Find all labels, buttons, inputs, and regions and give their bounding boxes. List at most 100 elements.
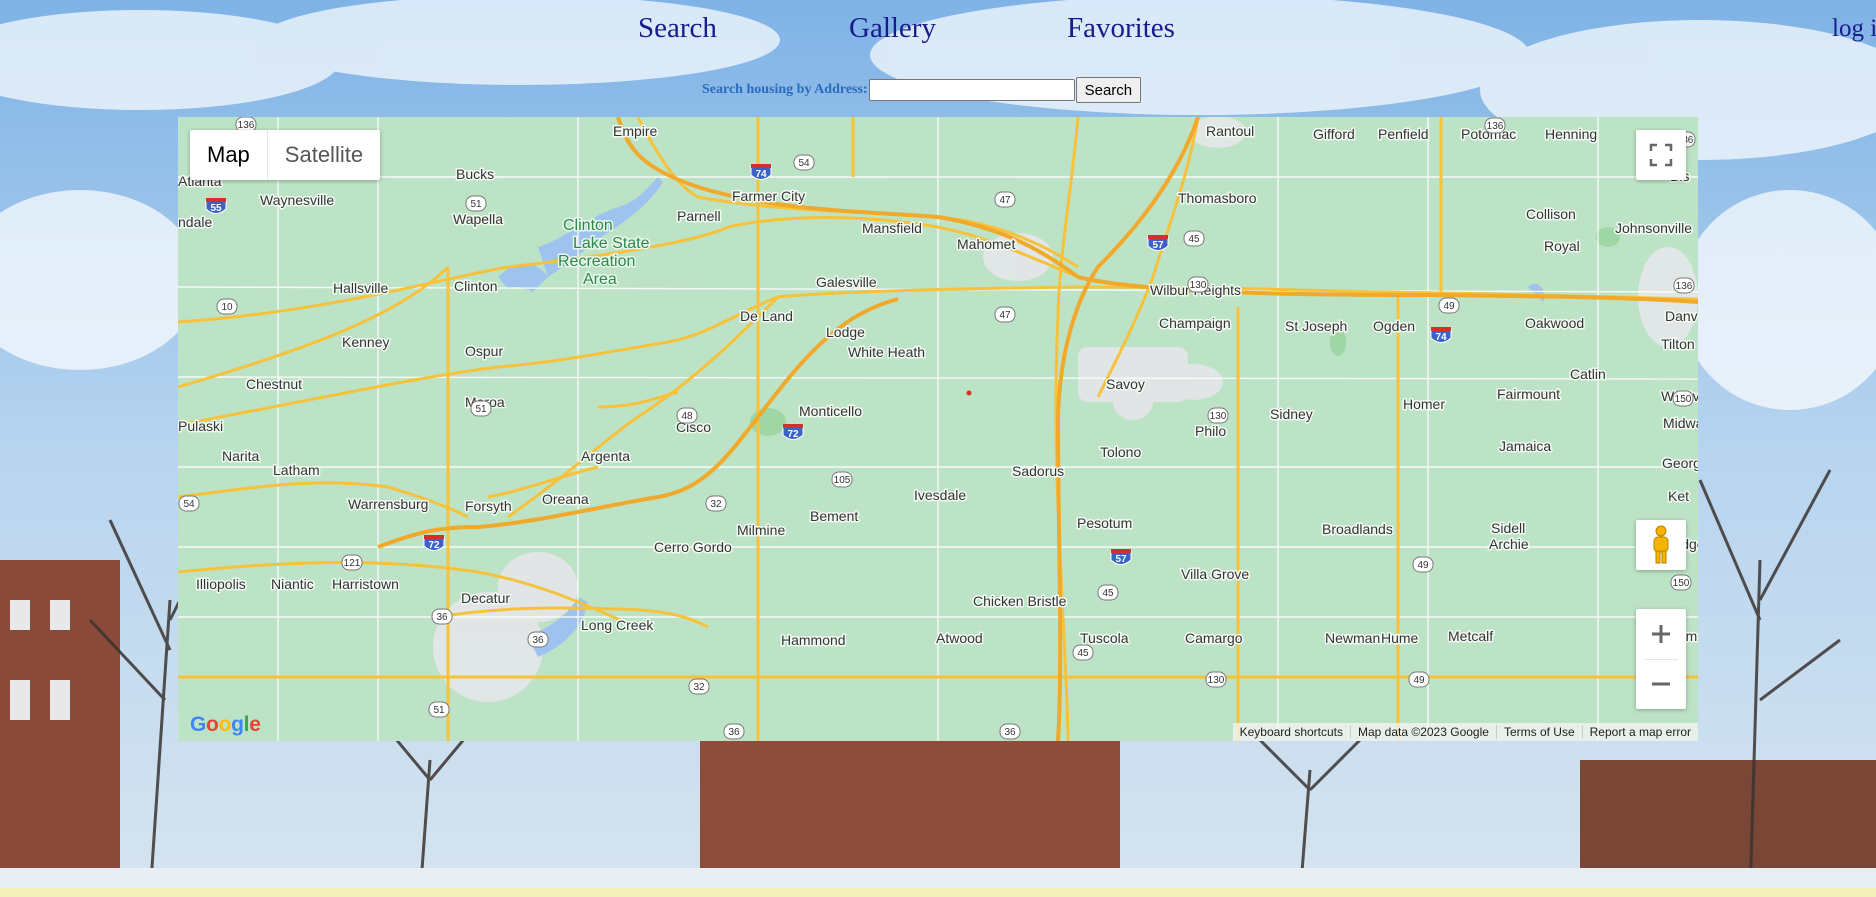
- map-place-label: Ket: [1668, 488, 1689, 504]
- fullscreen-icon: [1649, 143, 1673, 167]
- road-shield-icon: 130: [1207, 407, 1229, 424]
- keyboard-shortcuts-link[interactable]: Keyboard shortcuts: [1233, 725, 1350, 739]
- road-shield-icon: 72: [782, 424, 804, 440]
- map-place-label: Parnell: [677, 208, 721, 224]
- map-place-label: Clinton: [454, 278, 498, 294]
- zoom-out-button[interactable]: [1636, 659, 1686, 709]
- map-place-label: Hammond: [781, 632, 846, 648]
- road-shield-icon: 51: [470, 400, 492, 417]
- svg-text:36: 36: [728, 727, 740, 738]
- map-type-map-button[interactable]: Map: [190, 130, 267, 180]
- map-place-label: Sadorus: [1012, 463, 1064, 479]
- svg-text:54: 54: [798, 158, 810, 169]
- road-shield-icon: 54: [178, 495, 200, 512]
- map-canvas[interactable]: EmpireBucksAtlantaWaynesvilleWapellaFarm…: [178, 117, 1698, 741]
- map-place-label: Homer: [1403, 396, 1445, 412]
- road-shield-icon: 136: [1673, 277, 1695, 294]
- svg-text:55: 55: [210, 203, 222, 214]
- svg-text:130: 130: [1190, 280, 1207, 291]
- map-place-label: Forsyth: [465, 498, 512, 514]
- road-shield-icon: 45: [1097, 584, 1119, 601]
- svg-text:130: 130: [1210, 411, 1227, 422]
- park-label: Recreation: [558, 253, 635, 270]
- svg-text:72: 72: [787, 429, 799, 440]
- road-shield-icon: 130: [1187, 276, 1209, 293]
- road-shield-icon: 36: [999, 723, 1021, 740]
- svg-text:74: 74: [1435, 332, 1447, 343]
- svg-text:49: 49: [1443, 301, 1455, 312]
- report-map-error-link[interactable]: Report a map error: [1581, 725, 1698, 739]
- nav-favorites-link[interactable]: Favorites: [1067, 12, 1175, 45]
- road-shield-icon: 36: [431, 608, 453, 625]
- fullscreen-button[interactable]: [1636, 130, 1686, 180]
- svg-text:57: 57: [1115, 554, 1127, 565]
- address-search-button[interactable]: Search: [1075, 77, 1142, 103]
- map-place-label: Latham: [273, 462, 320, 478]
- road-shield-icon: 105: [831, 471, 853, 488]
- map-place-label: Pulaski: [178, 418, 223, 434]
- map-place-label: Bement: [810, 508, 858, 524]
- terms-of-use-link[interactable]: Terms of Use: [1495, 725, 1582, 739]
- map-place-label: Chestnut: [246, 376, 302, 392]
- svg-text:45: 45: [1188, 234, 1200, 245]
- svg-text:150: 150: [1675, 394, 1692, 405]
- map-place-label: Hume: [1381, 630, 1419, 646]
- park-label: Clinton: [563, 217, 613, 234]
- map-place-label: Chicken Bristle: [973, 593, 1067, 609]
- map-place-label: Royal: [1544, 238, 1580, 254]
- svg-text:57: 57: [1152, 240, 1164, 251]
- address-search-input[interactable]: [868, 79, 1075, 101]
- map-place-label: Narita: [222, 448, 260, 464]
- svg-text:36: 36: [532, 635, 544, 646]
- map-place-label: Mahomet: [957, 236, 1015, 252]
- map-place-label: Archie: [1489, 536, 1529, 552]
- map-place-label: Kenney: [342, 334, 389, 350]
- map-view[interactable]: Empire Bucks Atlanta Waynesville Wapella Farm…: [178, 117, 1698, 741]
- map-place-label: Rantoul: [1206, 123, 1254, 139]
- map-place-label: Atwood: [936, 630, 983, 646]
- map-place-label: Bucks: [456, 166, 494, 182]
- svg-text:36: 36: [436, 612, 448, 623]
- map-place-label: Danv: [1665, 308, 1698, 324]
- zoom-in-button[interactable]: [1636, 609, 1686, 659]
- map-place-label: Oreana: [542, 491, 589, 507]
- location-marker[interactable]: [966, 390, 972, 396]
- road-shield-icon: 54: [793, 154, 815, 171]
- svg-text:10: 10: [221, 302, 233, 313]
- road-shield-icon: 49: [1412, 556, 1434, 573]
- map-place-label: Ivesdale: [914, 487, 966, 503]
- map-place-label: Gifford: [1313, 126, 1355, 142]
- street-view-pegman-button[interactable]: [1636, 520, 1686, 570]
- map-place-label: Tolono: [1100, 444, 1141, 460]
- zoom-out-icon: [1652, 682, 1670, 686]
- map-place-label: Champaign: [1159, 315, 1231, 331]
- svg-text:130: 130: [1208, 675, 1225, 686]
- road-shield-icon: 57: [1147, 235, 1169, 251]
- map-place-label: Tilton: [1661, 336, 1695, 352]
- svg-text:54: 54: [183, 499, 195, 510]
- map-place-label: Sidney: [1270, 406, 1313, 422]
- map-place-label: Monticello: [799, 403, 862, 419]
- address-search-form: Search housing by Address: Search: [702, 77, 1142, 103]
- map-place-label: Camargo: [1185, 630, 1243, 646]
- nav-login-link[interactable]: log i: [1832, 15, 1876, 43]
- map-place-label: Savoy: [1106, 376, 1145, 392]
- map-place-label: Galesville: [816, 274, 877, 290]
- map-place-label: Thomasboro: [1178, 190, 1257, 206]
- map-place-label: Decatur: [461, 590, 510, 606]
- map-place-label: Georget: [1662, 455, 1698, 471]
- map-place-label: Broadlands: [1322, 521, 1393, 537]
- map-place-label: Waynesville: [260, 192, 334, 208]
- map-type-satellite-button[interactable]: Satellite: [266, 130, 380, 180]
- map-place-label: Oakwood: [1525, 315, 1584, 331]
- nav-gallery-link[interactable]: Gallery: [849, 12, 936, 45]
- svg-text:105: 105: [834, 475, 851, 486]
- map-place-label: Johnsonville: [1615, 220, 1692, 236]
- map-place-label: Pesotum: [1077, 515, 1132, 531]
- svg-text:136: 136: [1676, 281, 1693, 292]
- map-place-label: Penfield: [1378, 126, 1429, 142]
- road-shield-icon: 57: [1110, 549, 1132, 565]
- svg-text:136: 136: [1487, 121, 1504, 132]
- map-data-text: Map data ©2023 Google: [1350, 725, 1496, 739]
- nav-search-link[interactable]: Search: [638, 12, 717, 45]
